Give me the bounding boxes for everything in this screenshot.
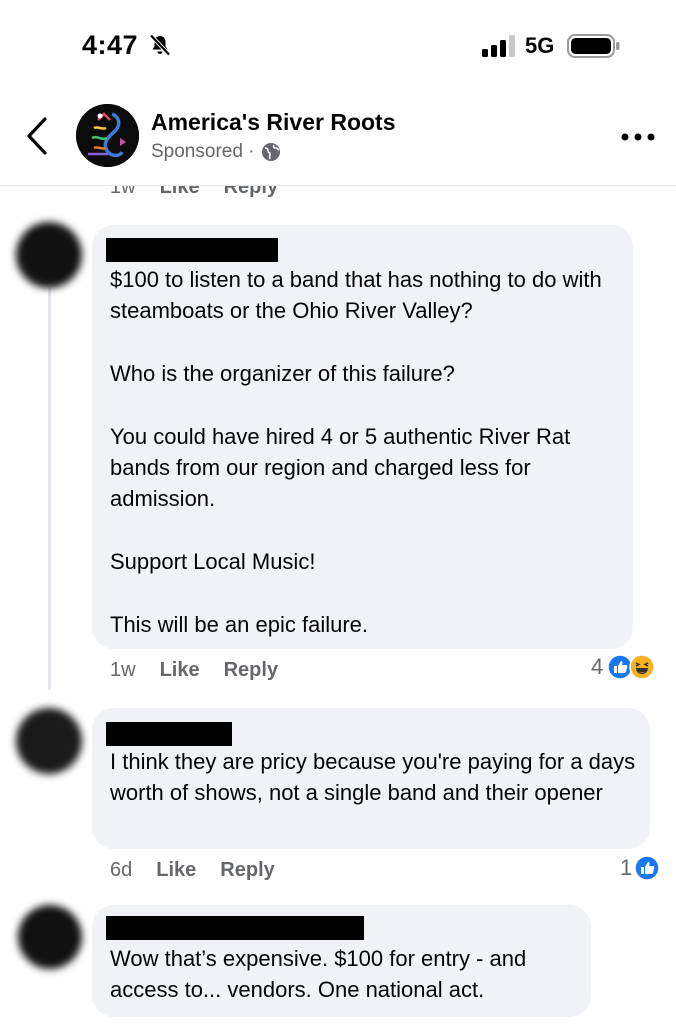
comment-age: 6d <box>110 859 133 881</box>
comment-paragraph: $100 to listen to a band that has nothin… <box>110 267 602 323</box>
page-name[interactable]: America's River Roots <box>151 109 396 136</box>
comment-paragraph: This will be an epic failure. <box>110 612 369 637</box>
reply-action[interactable]: Reply <box>220 859 274 882</box>
commenter-avatar[interactable] <box>18 905 82 969</box>
back-chevron-icon[interactable] <box>24 116 50 156</box>
reaction-count: 1 <box>620 855 633 880</box>
redacted-commenter-name <box>106 916 364 940</box>
redacted-commenter-name <box>106 722 232 746</box>
comment-text: $100 to listen to a band that has nothin… <box>110 264 620 640</box>
comment-paragraph: Who is the organizer of this failure? <box>110 361 455 386</box>
like-icon <box>634 855 660 881</box>
reply-action[interactable]: Reply <box>224 659 278 682</box>
haha-icon <box>629 654 655 680</box>
comment-text: Wow that’s expensive. $100 for entry - a… <box>110 943 580 1005</box>
comment-actions: 1w Like Reply <box>110 659 278 682</box>
thread-line <box>48 286 51 690</box>
redacted-commenter-name <box>106 238 278 262</box>
page-avatar[interactable] <box>76 104 139 167</box>
comment-age: 1w <box>110 659 136 681</box>
like-action[interactable]: Like <box>160 659 200 682</box>
comment-paragraph: Wow that’s expensive. $100 for entry - a… <box>110 946 527 1002</box>
sponsored-text: Sponsored · <box>151 141 255 162</box>
comment-paragraph: I think they are pricy because you're pa… <box>110 749 636 805</box>
commenter-avatar[interactable] <box>16 708 82 774</box>
more-options-icon[interactable] <box>620 132 656 142</box>
comment-actions: 6d Like Reply <box>110 859 275 882</box>
post-header: America's River Roots Sponsored · <box>0 92 676 186</box>
comment-text: I think they are pricy because you're pa… <box>110 746 640 808</box>
river-roots-logo-icon <box>76 104 139 167</box>
sponsored-label: Sponsored · <box>151 141 281 163</box>
like-action[interactable]: Like <box>156 859 196 882</box>
commenter-avatar[interactable] <box>16 222 82 288</box>
reaction-count: 4 <box>591 654 604 679</box>
reaction-summary[interactable]: 1 <box>620 855 660 881</box>
comment-paragraph: Support Local Music! <box>110 549 316 574</box>
reaction-summary[interactable]: 4 <box>591 654 655 680</box>
comment-paragraph: You could have hired 4 or 5 authentic Ri… <box>110 424 571 511</box>
globe-icon <box>261 143 280 161</box>
